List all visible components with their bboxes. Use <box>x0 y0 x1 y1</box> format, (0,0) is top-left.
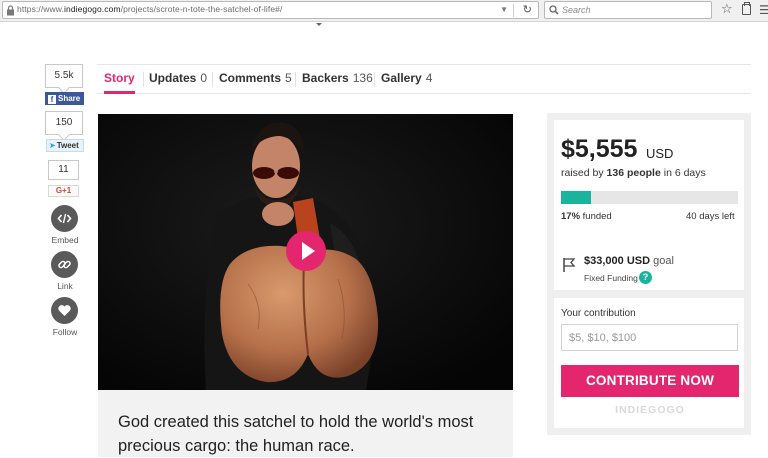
tab-label: Gallery <box>381 71 422 85</box>
url-prefix: https://www. <box>17 4 65 14</box>
embed-button[interactable] <box>51 205 78 232</box>
tab-count: 4 <box>425 71 433 85</box>
video-play-button[interactable] <box>286 231 326 271</box>
tab-comments[interactable]: Comments 5 <box>219 65 292 94</box>
heart-icon <box>58 305 71 316</box>
browser-toolbar: https://www.indiegogo.com/projects/scrot… <box>0 0 768 22</box>
bookmark-star-icon[interactable]: ☆ <box>721 1 733 17</box>
tweet-label: Tweet <box>56 141 79 150</box>
tweet-count: 150 <box>45 111 83 135</box>
funded-label: funded <box>582 211 612 222</box>
page-info-icon[interactable] <box>6 5 15 16</box>
tab-backers[interactable]: Backers 136 <box>302 65 373 94</box>
goal-label: goal <box>653 255 674 267</box>
follow-label: Follow <box>52 327 78 337</box>
funded-status: 17% funded <box>561 211 612 222</box>
search-placeholder: Search <box>562 5 591 15</box>
facebook-share-button[interactable]: f Share <box>45 92 84 105</box>
help-icon[interactable]: ? <box>639 271 652 284</box>
address-bar[interactable]: https://www.indiegogo.com/projects/scrot… <box>2 1 539 19</box>
tab-count: 5 <box>285 71 292 85</box>
reload-icon[interactable]: ↻ <box>523 3 532 16</box>
code-icon <box>57 213 72 224</box>
goal-amount: $33,000 USD <box>584 255 651 267</box>
contribution-label: Your contribution <box>561 308 636 319</box>
twitter-bird-icon: ➤ <box>49 141 56 150</box>
search-bar[interactable]: Search <box>544 1 712 19</box>
funding-progress-bar <box>561 191 738 204</box>
follow-button[interactable] <box>51 297 78 324</box>
url-domain: indiegogo.com <box>64 4 121 14</box>
tab-label: Story <box>104 71 135 85</box>
tab-gallery[interactable]: Gallery 4 <box>381 65 432 94</box>
days-left: 40 days left <box>686 211 735 222</box>
tab-updates[interactable]: Updates 0 <box>149 65 207 94</box>
google-plus-button[interactable]: G+1 <box>48 185 79 197</box>
chevron-down-icon[interactable] <box>316 23 322 26</box>
overflow-menu-icon[interactable]: ☰ <box>759 3 768 17</box>
url-path: /projects/scrote-n-tote-the-satchel-of-l… <box>120 4 283 14</box>
facebook-share-label: Share <box>58 94 81 103</box>
campaign-tabs: Story Updates 0 Comments 5 Backers 136 Gall… <box>97 64 751 94</box>
link-label: Link <box>57 281 73 291</box>
link-icon <box>58 260 71 269</box>
campaign-pitch: God created this satchel to hold the wor… <box>118 413 474 455</box>
tab-divider <box>143 72 144 87</box>
tab-label: Backers <box>302 71 349 85</box>
contribution-input[interactable] <box>561 324 738 351</box>
google-plus-count: 11 <box>48 160 79 180</box>
embed-label: Embed <box>51 235 79 245</box>
url-text[interactable]: https://www.indiegogo.com/projects/scrot… <box>17 4 282 14</box>
tweet-button[interactable]: ➤Tweet <box>46 139 84 152</box>
raised-suffix: in 6 days <box>663 167 706 179</box>
funded-percent: 17% <box>561 211 581 222</box>
tab-count: 0 <box>200 71 208 85</box>
clipboard-icon[interactable] <box>742 2 751 15</box>
tab-label: Updates <box>149 71 197 85</box>
raised-prefix: raised by <box>561 167 604 179</box>
raised-amount: $5,555 <box>561 135 638 163</box>
tab-count: 136 <box>352 71 373 85</box>
contribute-now-button[interactable]: CONTRIBUTE NOW <box>561 365 739 397</box>
funding-progress-fill <box>561 191 592 204</box>
raised-currency: USD <box>646 146 674 161</box>
tab-divider <box>295 72 296 87</box>
funding-type: Fixed Funding <box>584 273 638 283</box>
tab-divider <box>212 72 213 87</box>
flag-icon <box>563 258 576 272</box>
link-button[interactable] <box>51 251 78 278</box>
tab-divider <box>374 72 375 87</box>
facebook-icon: f <box>48 95 56 104</box>
raised-summary: raised by 136 people in 6 days <box>561 167 706 179</box>
url-separator <box>513 4 514 17</box>
facebook-share-count: 5.5k <box>45 64 83 88</box>
backers-count: 136 people <box>606 167 661 179</box>
search-icon <box>549 5 559 15</box>
url-dropdown-icon[interactable]: ▼ <box>500 5 508 14</box>
funding-goal: $33,000 USD goal <box>584 255 674 267</box>
tab-label: Comments <box>219 71 282 85</box>
indiegogo-logo: INDIEGOGO <box>615 404 685 416</box>
tab-story[interactable]: Story <box>104 65 135 94</box>
